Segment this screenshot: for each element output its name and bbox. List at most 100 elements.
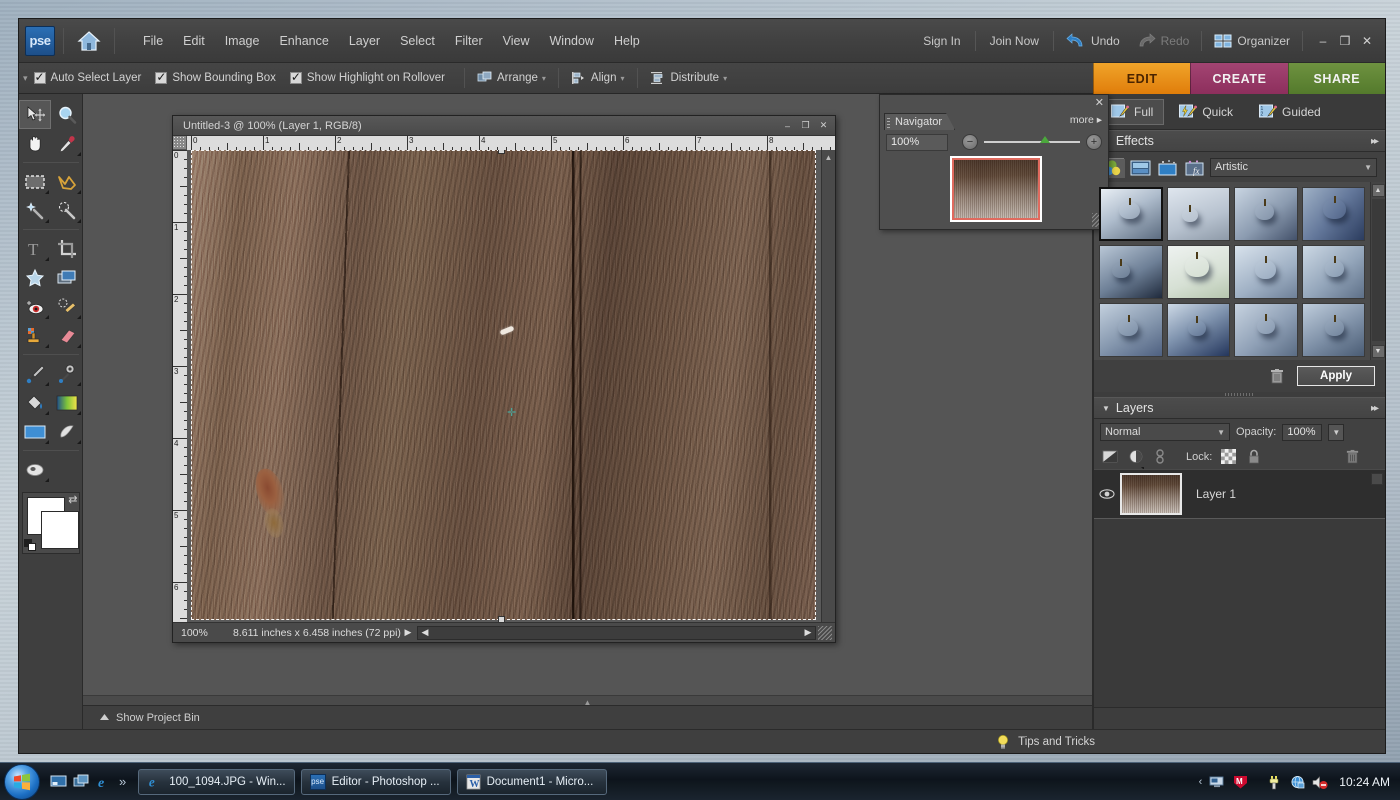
- distribute-button[interactable]: Distribute ▾: [643, 69, 735, 87]
- edit-mode-guided[interactable]: 1 2 Guided: [1248, 99, 1332, 125]
- taskbar-window-word[interactable]: W Document1 - Micro...: [456, 768, 607, 795]
- layers-scroll-up-button[interactable]: [1371, 473, 1383, 485]
- lock-transparency-icon[interactable]: [1221, 449, 1238, 465]
- crop-tool[interactable]: [51, 234, 83, 263]
- clone-stamp-tool[interactable]: [19, 321, 51, 350]
- effect-thumbnail[interactable]: [1099, 187, 1163, 241]
- sponge-tool[interactable]: [19, 455, 51, 484]
- zoom-tool[interactable]: [51, 100, 83, 129]
- layer-row[interactable]: Layer 1: [1094, 469, 1385, 519]
- navigator-tab[interactable]: Navigator: [884, 113, 955, 130]
- show-all-fx-icon[interactable]: fx: [1183, 158, 1205, 177]
- menu-enhance[interactable]: Enhance: [269, 29, 338, 53]
- start-orb[interactable]: [4, 763, 40, 800]
- effects-category-select[interactable]: Artistic ▼: [1210, 157, 1377, 177]
- redo-button[interactable]: Redo: [1128, 29, 1198, 53]
- auto-select-layer-checkbox[interactable]: Auto Select Layer: [33, 70, 141, 84]
- apply-effect-button[interactable]: Apply: [1297, 366, 1375, 386]
- navigator-close-icon[interactable]: ✕: [1095, 96, 1104, 109]
- opacity-slider-toggle-icon[interactable]: ▼: [1328, 423, 1345, 441]
- menu-file[interactable]: File: [133, 29, 173, 53]
- smart-brush-tool[interactable]: [51, 359, 83, 388]
- canvas-horizontal-scrollbar[interactable]: ◀ ▶: [416, 625, 816, 640]
- internet-explorer-icon[interactable]: e: [94, 772, 114, 792]
- layer-styles-icon[interactable]: [1129, 158, 1151, 177]
- tray-expand-icon[interactable]: ‹: [1199, 776, 1203, 788]
- navigator-thumbnail[interactable]: [950, 156, 1042, 222]
- navigator-zoom-slider[interactable]: [984, 136, 1080, 143]
- scroll-up-arrow-icon[interactable]: ▲: [1371, 184, 1385, 197]
- arrange-button[interactable]: Arrange ▾: [470, 69, 553, 87]
- eraser-tool[interactable]: [51, 321, 83, 350]
- navigator-zoom-in-button[interactable]: +: [1086, 134, 1102, 150]
- effects-scroll-track[interactable]: [1371, 199, 1385, 341]
- transform-handle-top[interactable]: [498, 150, 505, 154]
- document-minimize-button[interactable]: –: [780, 119, 795, 133]
- navigator-zoom-slider-thumb[interactable]: [1039, 136, 1050, 143]
- blur-tool[interactable]: [51, 417, 83, 446]
- effect-thumbnail[interactable]: [1301, 187, 1365, 241]
- layers-panel-more-icon[interactable]: ▸▸: [1371, 403, 1379, 414]
- effect-thumbnail[interactable]: [1166, 187, 1230, 241]
- menu-edit[interactable]: Edit: [173, 29, 215, 53]
- effect-thumbnail[interactable]: [1301, 303, 1365, 357]
- effect-thumbnail[interactable]: [1099, 303, 1163, 357]
- shape-tool[interactable]: [19, 417, 51, 446]
- paint-bucket-tool[interactable]: [19, 388, 51, 417]
- window-close-button[interactable]: ✕: [1357, 31, 1377, 51]
- horizontal-ruler[interactable]: 0 1 2 3 4 5 6 7 8: [187, 136, 835, 150]
- menu-help[interactable]: Help: [604, 29, 650, 53]
- menu-filter[interactable]: Filter: [445, 29, 493, 53]
- effect-thumbnail[interactable]: [1099, 245, 1163, 299]
- effects-scrollbar[interactable]: ▲ ▼: [1370, 182, 1385, 360]
- hand-tool[interactable]: [19, 129, 51, 158]
- effect-thumbnail[interactable]: [1234, 245, 1298, 299]
- background-color-swatch[interactable]: [40, 511, 79, 549]
- switch-windows-icon[interactable]: [71, 772, 91, 792]
- effect-thumbnail[interactable]: [1166, 245, 1230, 299]
- type-tool[interactable]: T: [19, 234, 51, 263]
- collapse-triangle-icon[interactable]: ▼: [1102, 404, 1110, 413]
- transform-handle-bottom[interactable]: [498, 616, 505, 622]
- tab-share[interactable]: SHARE: [1287, 63, 1385, 94]
- new-adjustment-layer-icon[interactable]: [1102, 449, 1119, 465]
- taskbar-window-photoshop[interactable]: pse Editor - Photoshop ...: [300, 768, 451, 795]
- canvas-vertical-scrollbar[interactable]: ▲: [821, 150, 835, 622]
- workarea-horizontal-scrollbar[interactable]: ▲: [83, 695, 1092, 707]
- show-highlight-on-rollover-checkbox[interactable]: Show Highlight on Rollover: [289, 70, 445, 84]
- window-maximize-button[interactable]: ❒: [1335, 31, 1355, 51]
- status-flyout-arrow-icon[interactable]: ▶: [401, 627, 415, 638]
- resize-grip-icon[interactable]: [818, 625, 832, 640]
- taskbar-clock[interactable]: 10:24 AM: [1339, 775, 1390, 789]
- show-bounding-box-checkbox[interactable]: Show Bounding Box: [155, 70, 276, 84]
- healing-brush-tool[interactable]: [51, 292, 83, 321]
- navigator-view-box[interactable]: [952, 158, 1040, 220]
- effect-thumbnail[interactable]: [1301, 245, 1365, 299]
- menu-select[interactable]: Select: [390, 29, 445, 53]
- delete-effect-icon[interactable]: [1269, 368, 1285, 384]
- link-layers-icon[interactable]: [1154, 449, 1171, 465]
- undo-button[interactable]: Undo: [1058, 29, 1128, 53]
- join-now-link[interactable]: Join Now: [980, 30, 1049, 52]
- lasso-tool[interactable]: [51, 167, 83, 196]
- image-canvas[interactable]: ✛: [187, 150, 821, 622]
- navigator-zoom-input[interactable]: 100%: [886, 133, 948, 151]
- eyedropper-tool[interactable]: [51, 129, 83, 158]
- navigator-more-button[interactable]: more ▸: [1070, 114, 1102, 126]
- scroll-right-arrow-icon[interactable]: ▶: [801, 627, 815, 638]
- show-project-bin-button[interactable]: Show Project Bin: [83, 712, 200, 724]
- brush-tool[interactable]: [19, 359, 51, 388]
- swap-colors-icon[interactable]: ⇄: [68, 493, 77, 506]
- new-layer-mask-icon[interactable]: [1128, 449, 1145, 470]
- rectangular-marquee-tool[interactable]: [19, 167, 51, 196]
- menu-image[interactable]: Image: [215, 29, 270, 53]
- red-eye-removal-tool[interactable]: [19, 292, 51, 321]
- default-colors-icon[interactable]: [23, 539, 37, 552]
- align-button[interactable]: Align ▾: [564, 69, 632, 87]
- cookie-cutter-tool[interactable]: [19, 263, 51, 292]
- network-icon[interactable]: [1289, 774, 1305, 790]
- menu-window[interactable]: Window: [540, 29, 604, 53]
- document-title-bar[interactable]: Untitled-3 @ 100% (Layer 1, RGB/8) – ❒ ✕: [173, 116, 835, 136]
- organizer-button[interactable]: Organizer: [1206, 29, 1298, 53]
- delete-layer-icon[interactable]: [1345, 449, 1362, 465]
